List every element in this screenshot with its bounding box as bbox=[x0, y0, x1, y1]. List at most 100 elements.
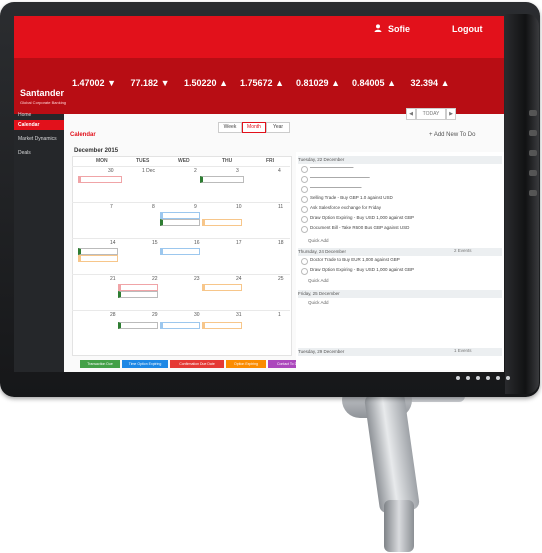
todo-checkbox[interactable] bbox=[301, 166, 308, 173]
next-button[interactable]: ▶ bbox=[446, 108, 456, 120]
calendar-event[interactable] bbox=[200, 176, 244, 183]
sidebar-item-calendar[interactable]: Calendar bbox=[18, 122, 39, 128]
day-number[interactable]: 28 bbox=[110, 312, 116, 318]
quick-add-link[interactable]: Quick Add bbox=[308, 300, 329, 305]
weekday-header: TUES bbox=[136, 158, 150, 164]
day-number[interactable]: 22 bbox=[152, 276, 158, 282]
monitor-side-button bbox=[529, 110, 537, 116]
monitor-control-dot bbox=[496, 376, 500, 380]
day-number[interactable]: 14 bbox=[110, 240, 116, 246]
calendar-event[interactable] bbox=[118, 291, 158, 298]
calendar-event[interactable] bbox=[202, 219, 242, 226]
day-number[interactable]: 1 Dec bbox=[142, 168, 155, 174]
todo-item[interactable]: ━━━━━━━━━━━━━━━━ bbox=[310, 164, 353, 172]
calendar-event[interactable] bbox=[202, 322, 242, 329]
todo-item[interactable]: Document Bill - Take R600 Bus GBP agains… bbox=[310, 224, 409, 232]
todo-checkbox[interactable] bbox=[301, 196, 308, 203]
ticker-1[interactable]: 1.47002 ▼ bbox=[66, 76, 122, 112]
quick-add-link[interactable]: Quick Add bbox=[308, 238, 329, 243]
day-number[interactable]: 31 bbox=[236, 312, 242, 318]
monitor-control-dot bbox=[506, 376, 510, 380]
view-week-tab[interactable]: Week bbox=[218, 122, 242, 133]
legend-option-expiring: Option Expiring bbox=[226, 360, 266, 368]
monitor-arm-base bbox=[384, 500, 414, 552]
day-number[interactable]: 10 bbox=[236, 204, 242, 210]
day-number[interactable]: 17 bbox=[236, 240, 242, 246]
day-number[interactable]: 2 bbox=[194, 168, 197, 174]
calendar-event[interactable] bbox=[78, 248, 118, 255]
day-number[interactable]: 16 bbox=[194, 240, 200, 246]
view-month-tab[interactable]: Month bbox=[242, 122, 266, 133]
user-name[interactable]: Sofie bbox=[388, 24, 410, 34]
week-divider bbox=[72, 274, 290, 275]
week-divider bbox=[72, 202, 290, 203]
day-number[interactable]: 3 bbox=[236, 168, 239, 174]
todo-item[interactable]: Draw Option Expiring - Buy USD 1,000 aga… bbox=[310, 214, 414, 222]
day-number[interactable]: 7 bbox=[110, 204, 113, 210]
day-number[interactable]: 18 bbox=[278, 240, 284, 246]
todo-checkbox[interactable] bbox=[301, 206, 308, 213]
ticker-4[interactable]: 1.75672 ▲ bbox=[234, 76, 290, 112]
todo-day-header: Friday, 25 December bbox=[298, 290, 502, 298]
day-number[interactable]: 24 bbox=[236, 276, 242, 282]
todo-item[interactable]: Selling Trade - Buy GBP 1.0 against USD bbox=[310, 194, 393, 202]
monitor-side-button bbox=[529, 170, 537, 176]
todo-checkbox[interactable] bbox=[301, 226, 308, 233]
day-number[interactable]: 8 bbox=[152, 204, 155, 210]
calendar-event[interactable] bbox=[160, 322, 200, 329]
prev-button[interactable]: ◀ bbox=[406, 108, 416, 120]
day-number[interactable]: 30 bbox=[108, 168, 114, 174]
day-number[interactable]: 25 bbox=[278, 276, 284, 282]
calendar-event[interactable] bbox=[160, 248, 200, 255]
calendar-event[interactable] bbox=[160, 219, 200, 226]
logout-button[interactable]: Logout bbox=[452, 24, 483, 34]
monitor-control-dot bbox=[466, 376, 470, 380]
day-number[interactable]: 21 bbox=[110, 276, 116, 282]
todo-item[interactable]: Ask Salesforce exchange for Friday bbox=[310, 204, 381, 212]
todo-checkbox[interactable] bbox=[301, 268, 308, 275]
todo-item[interactable]: ━━━━━━━━━━━━━━━━━━━ bbox=[310, 184, 361, 192]
todo-day-header: Tuesday, 22 December bbox=[298, 156, 502, 164]
monitor-control-dot bbox=[456, 376, 460, 380]
day-number[interactable]: 30 bbox=[194, 312, 200, 318]
day-number[interactable]: 9 bbox=[194, 204, 197, 210]
brand-subtitle: Global Corporate Banking bbox=[20, 100, 67, 105]
calendar-event[interactable] bbox=[118, 322, 158, 329]
ticker-3[interactable]: 1.50220 ▲ bbox=[178, 76, 234, 112]
ticker-6[interactable]: 0.84005 ▲ bbox=[346, 76, 402, 112]
monitor-side-frame bbox=[505, 14, 539, 394]
todo-checkbox[interactable] bbox=[301, 186, 308, 193]
sidebar-item-deals[interactable]: Deals bbox=[18, 150, 31, 156]
day-number[interactable]: 15 bbox=[152, 240, 158, 246]
calendar-event[interactable] bbox=[78, 176, 122, 183]
day-number[interactable]: 4 bbox=[278, 168, 281, 174]
legend-time-option-expiring: Time Option Expiring bbox=[122, 360, 168, 368]
quick-add-link[interactable]: Quick Add bbox=[308, 278, 329, 283]
todo-checkbox[interactable] bbox=[301, 176, 308, 183]
calendar-event[interactable] bbox=[202, 284, 242, 291]
today-button[interactable]: TODAY bbox=[416, 108, 446, 120]
todo-count: 1 Events bbox=[454, 348, 472, 353]
view-year-tab[interactable]: Year bbox=[266, 122, 290, 133]
monitor-side-button bbox=[529, 150, 537, 156]
weekday-header: MON bbox=[96, 158, 108, 164]
todo-item[interactable]: ━━━━━━━━━━━━━━━━━━━━━━ bbox=[310, 174, 370, 182]
todo-item[interactable]: Draw Option Expiring - Buy USD 1,000 aga… bbox=[310, 266, 414, 274]
add-todo-button[interactable]: + Add New To Do bbox=[429, 132, 475, 138]
todo-checkbox[interactable] bbox=[301, 258, 308, 265]
todo-checkbox[interactable] bbox=[301, 216, 308, 223]
day-number[interactable]: 29 bbox=[152, 312, 158, 318]
sidebar-item-market-dynamics[interactable]: Market Dynamics bbox=[18, 136, 57, 142]
day-number[interactable]: 23 bbox=[194, 276, 200, 282]
calendar-event[interactable] bbox=[160, 212, 200, 219]
sidebar-item-home[interactable]: Home bbox=[18, 112, 31, 118]
app-screen: Sofie Logout Santander Global Corporate … bbox=[14, 16, 504, 372]
day-number[interactable]: 11 bbox=[278, 204, 283, 210]
todo-item[interactable]: Doctor Trade to Buy EUR 1,000 against GB… bbox=[310, 256, 400, 264]
day-number[interactable]: 1 bbox=[278, 312, 281, 318]
ticker-5[interactable]: 0.81029 ▲ bbox=[290, 76, 346, 112]
calendar-event[interactable] bbox=[118, 284, 158, 291]
ticker-7[interactable]: 32.394 ▲ bbox=[402, 76, 458, 112]
ticker-2[interactable]: 77.182 ▼ bbox=[122, 76, 178, 112]
calendar-event[interactable] bbox=[78, 255, 118, 262]
